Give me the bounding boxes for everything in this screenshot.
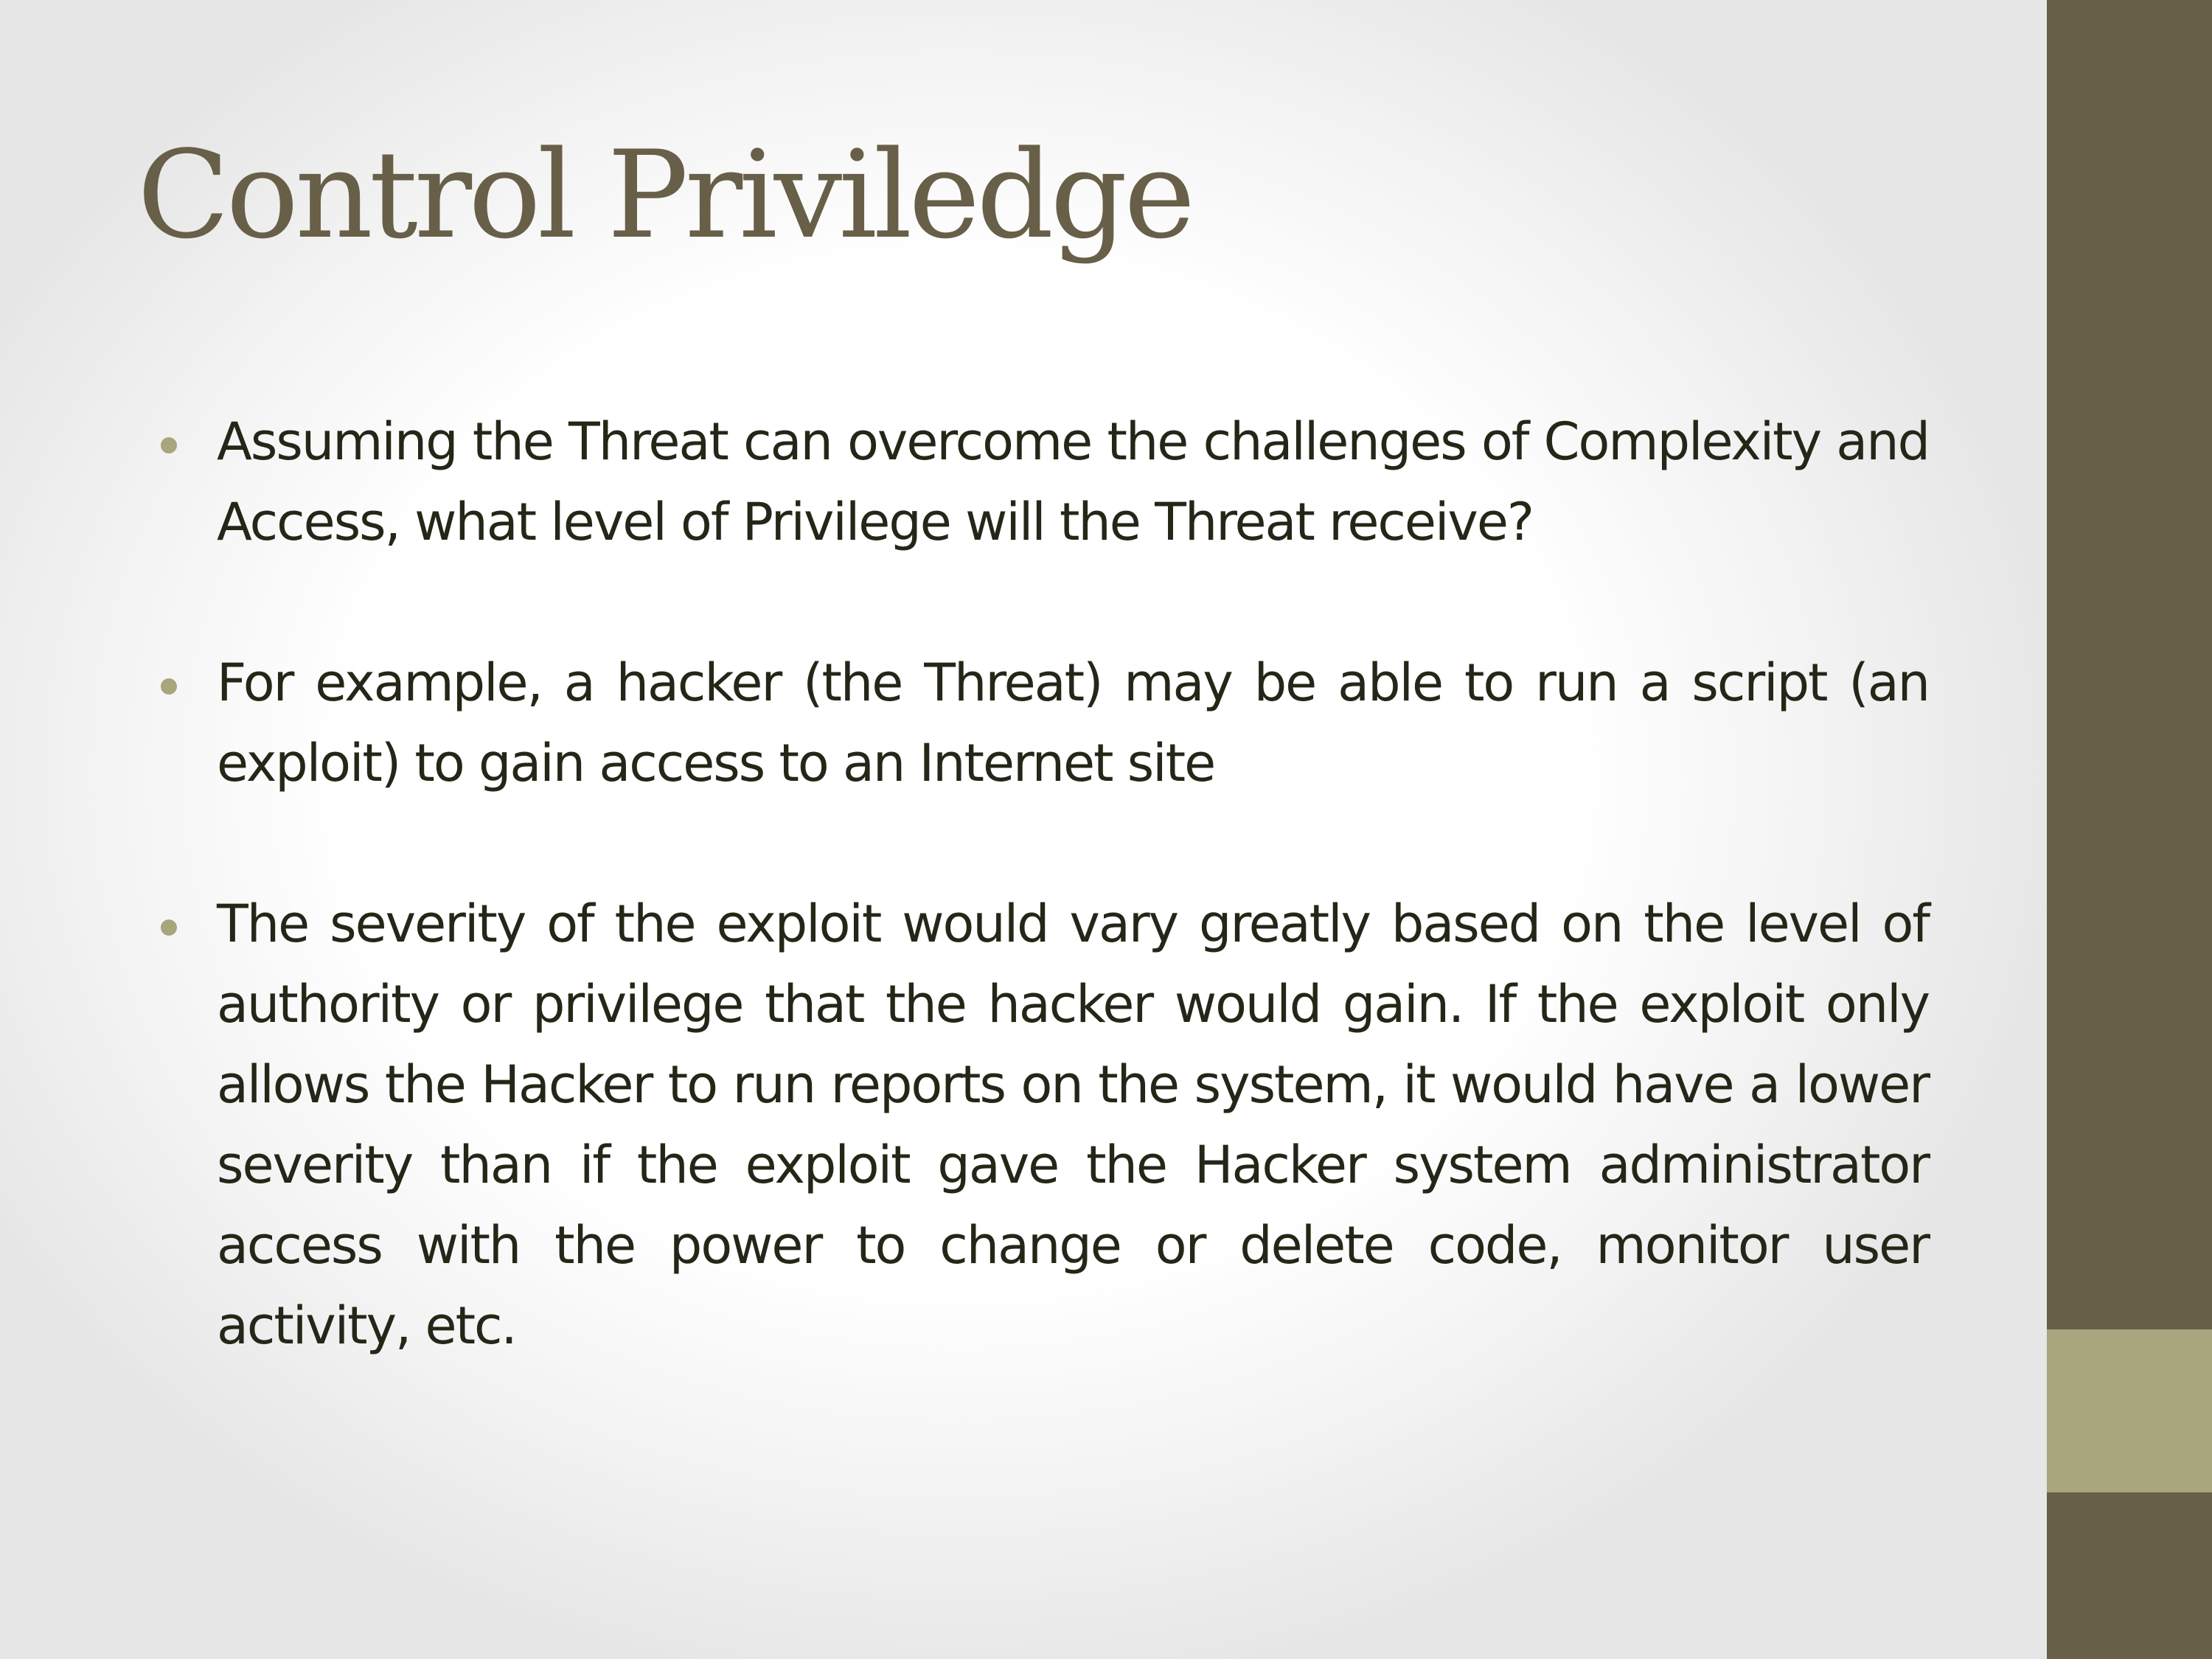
bullet-list: Assuming the Threat can overcome the cha… xyxy=(161,402,1930,1366)
slide-title: Control Priviledge xyxy=(137,125,1195,265)
slide: Control Priviledge Assuming the Threat c… xyxy=(0,0,2212,1659)
sidebar-accent-bar xyxy=(2047,1329,2212,1492)
bullet-icon xyxy=(161,919,177,936)
bullet-text: The severity of the exploit would vary g… xyxy=(217,894,1930,1356)
bullet-icon xyxy=(161,437,177,453)
bullet-item: For example, a hacker (the Threat) may b… xyxy=(161,643,1930,804)
bullet-text: Assuming the Threat can overcome the cha… xyxy=(217,411,1930,552)
bullet-item: The severity of the exploit would vary g… xyxy=(161,884,1930,1366)
bullet-text: For example, a hacker (the Threat) may b… xyxy=(217,653,1930,793)
bullet-item: Assuming the Threat can overcome the cha… xyxy=(161,402,1930,563)
bullet-icon xyxy=(161,678,177,695)
